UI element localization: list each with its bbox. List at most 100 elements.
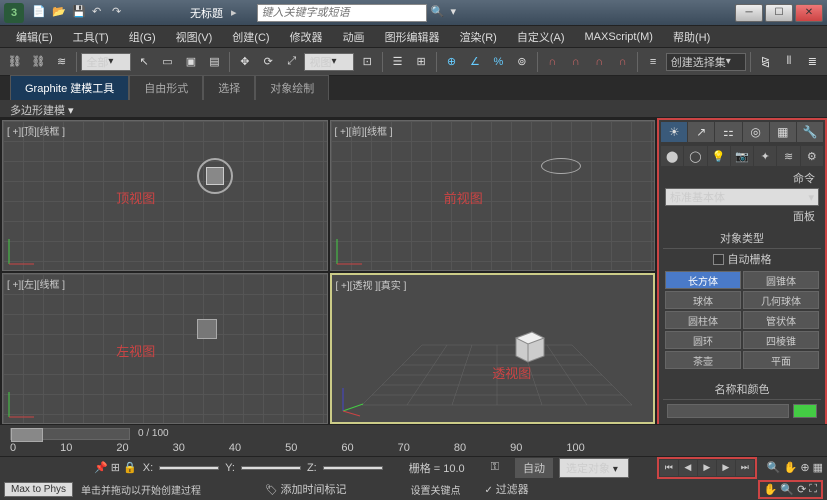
time-ruler[interactable]: 0102030405060708090100 — [0, 442, 827, 456]
goto-start-icon[interactable]: ⏮ — [660, 460, 678, 476]
nav-pan-icon[interactable]: ✋ — [764, 483, 778, 496]
prev-frame-icon[interactable]: ◀ — [679, 460, 697, 476]
magnet4-icon[interactable]: ∩ — [612, 51, 633, 73]
close-button[interactable]: ✕ — [795, 4, 823, 22]
object-name-input[interactable] — [667, 404, 789, 418]
menu-create[interactable]: 创建(C) — [224, 27, 277, 47]
manip-icon[interactable]: ☰ — [387, 51, 408, 73]
cat-lights-icon[interactable]: 💡 — [708, 146, 730, 166]
menu-anim[interactable]: 动画 — [335, 27, 373, 47]
rotate-icon[interactable]: ⟳ — [258, 51, 279, 73]
cmd-tab-motion[interactable]: ◎ — [743, 122, 769, 142]
coord-x-input[interactable] — [159, 466, 219, 470]
cube-object[interactable] — [508, 326, 548, 366]
next-frame-icon[interactable]: ▶ — [717, 460, 735, 476]
align-icon[interactable]: ⫴ — [778, 51, 799, 73]
play-icon[interactable]: ▶ — [698, 460, 716, 476]
btn-cylinder[interactable]: 圆柱体 — [665, 311, 741, 329]
magnet3-icon[interactable]: ∩ — [588, 51, 609, 73]
select-window-icon[interactable]: ▣ — [180, 51, 201, 73]
cmd-tab-create[interactable]: ☀ — [661, 122, 687, 142]
viewport-left[interactable]: [ +][左][线框 ] 左视图 — [2, 273, 328, 424]
tab-select[interactable]: 选择 — [203, 75, 255, 100]
nav-max-icon[interactable]: ⛶ — [809, 483, 817, 496]
menu-view[interactable]: 视图(V) — [168, 27, 221, 47]
section-object-type[interactable]: 对象类型 — [663, 228, 821, 249]
setkey-button[interactable]: 设置关键点 — [411, 482, 461, 497]
maximize-button[interactable]: ☐ — [765, 4, 793, 22]
cmd-tab-display[interactable]: ▦ — [770, 122, 796, 142]
btn-sphere[interactable]: 球体 — [665, 291, 741, 309]
btn-box[interactable]: 长方体 — [665, 271, 741, 289]
object-color-swatch[interactable] — [793, 404, 817, 418]
menu-modifier[interactable]: 修改器 — [282, 27, 331, 47]
pivot-icon[interactable]: ⊡ — [356, 51, 377, 73]
select-icon[interactable]: ↖ — [133, 51, 154, 73]
select-rect-icon[interactable]: ▭ — [157, 51, 178, 73]
viewport-perspective[interactable]: [ +][透视 ][真实 ] 透视图 — [330, 273, 656, 424]
coord-dropdown[interactable]: 视图 ▾ — [304, 53, 354, 71]
cmd-tab-hierarchy[interactable]: ⚏ — [715, 122, 741, 142]
menu-maxscript[interactable]: MAXScript(M) — [577, 29, 661, 45]
ribbon-panel[interactable]: 多边形建模 ▾ — [0, 100, 827, 118]
viewport-front[interactable]: [ +][前][线框 ] 前视图 — [330, 120, 656, 271]
magnet-icon[interactable]: ∩ — [542, 51, 563, 73]
menu-edit[interactable]: 编辑(E) — [8, 27, 61, 47]
unlink-icon[interactable]: ⛓ — [27, 51, 48, 73]
angle-snap-icon[interactable]: ∠ — [464, 51, 485, 73]
cmd-tab-utilities[interactable]: 🔧 — [797, 122, 823, 142]
search-go-icon[interactable]: 🔍 — [431, 5, 447, 21]
btn-pyramid[interactable]: 四棱锥 — [743, 331, 819, 349]
maxscript-listener[interactable]: Max to Phys — [4, 482, 73, 497]
cat-systems-icon[interactable]: ⚙ — [801, 146, 823, 166]
selection-scope-dropdown[interactable]: 全部 ▾ — [81, 53, 131, 71]
cmd-tab-modify[interactable]: ↗ — [688, 122, 714, 142]
mirror-icon[interactable]: ⧎ — [755, 51, 776, 73]
section-name-color[interactable]: 名称和颜色 — [663, 379, 821, 400]
btn-tube[interactable]: 管状体 — [743, 311, 819, 329]
named-sel-icon[interactable]: ≡ — [642, 51, 663, 73]
btn-geosphere[interactable]: 几何球体 — [743, 291, 819, 309]
selset-dropdown[interactable]: 创建选择集 ▾ — [666, 53, 746, 71]
coord-y-input[interactable] — [241, 466, 301, 470]
minimize-button[interactable]: ─ — [735, 4, 763, 22]
new-icon[interactable]: 📄 — [32, 5, 48, 21]
btn-torus[interactable]: 圆环 — [665, 331, 741, 349]
cat-helpers-icon[interactable]: ✦ — [754, 146, 776, 166]
coord-z-input[interactable] — [323, 466, 383, 470]
magnet2-icon[interactable]: ∩ — [565, 51, 586, 73]
cat-spacewarps-icon[interactable]: ≋ — [777, 146, 799, 166]
app-logo[interactable]: 3 — [4, 3, 24, 23]
btn-plane[interactable]: 平面 — [743, 351, 819, 369]
btn-cone[interactable]: 圆锥体 — [743, 271, 819, 289]
keymode-icon[interactable]: ⊞ — [410, 51, 431, 73]
keyfilter-dropdown[interactable]: 选定对象 ▾ — [559, 458, 629, 478]
menu-grapheditor[interactable]: 图形编辑器 — [377, 27, 448, 47]
select-name-icon[interactable]: ▤ — [204, 51, 225, 73]
viewport-top[interactable]: [ +][顶][线框 ] 顶视图 — [2, 120, 328, 271]
link-icon[interactable]: ⛓ — [4, 51, 25, 73]
scale-icon[interactable]: ⤢ — [281, 51, 302, 73]
menu-help[interactable]: 帮助(H) — [665, 27, 718, 47]
percent-snap-icon[interactable]: % — [488, 51, 509, 73]
menu-tools[interactable]: 工具(T) — [65, 27, 117, 47]
autokey-button[interactable]: 自动 — [515, 458, 553, 478]
nav-orbit-icon[interactable]: ⟳ — [797, 483, 806, 496]
menu-custom[interactable]: 自定义(A) — [509, 27, 573, 47]
snap-icon[interactable]: ⊕ — [441, 51, 462, 73]
spinner-snap-icon[interactable]: ⊚ — [511, 51, 532, 73]
menu-render[interactable]: 渲染(R) — [452, 27, 505, 47]
search-input[interactable] — [257, 4, 427, 22]
redo-icon[interactable]: ↷ — [112, 5, 128, 21]
layers-icon[interactable]: ≣ — [802, 51, 823, 73]
undo-icon[interactable]: ↶ — [92, 5, 108, 21]
menu-group[interactable]: 组(G) — [121, 27, 164, 47]
help-dd-icon[interactable]: ▾ — [451, 5, 467, 21]
cat-shapes-icon[interactable]: ◯ — [684, 146, 706, 166]
open-icon[interactable]: 📂 — [52, 5, 68, 21]
category-dropdown[interactable]: 标准基本体▾ — [665, 188, 819, 206]
cat-geometry-icon[interactable]: ⬤ — [661, 146, 683, 166]
move-icon[interactable]: ✥ — [234, 51, 255, 73]
tab-freeform[interactable]: 自由形式 — [129, 75, 203, 100]
tab-graphite[interactable]: Graphite 建模工具 — [10, 75, 129, 100]
